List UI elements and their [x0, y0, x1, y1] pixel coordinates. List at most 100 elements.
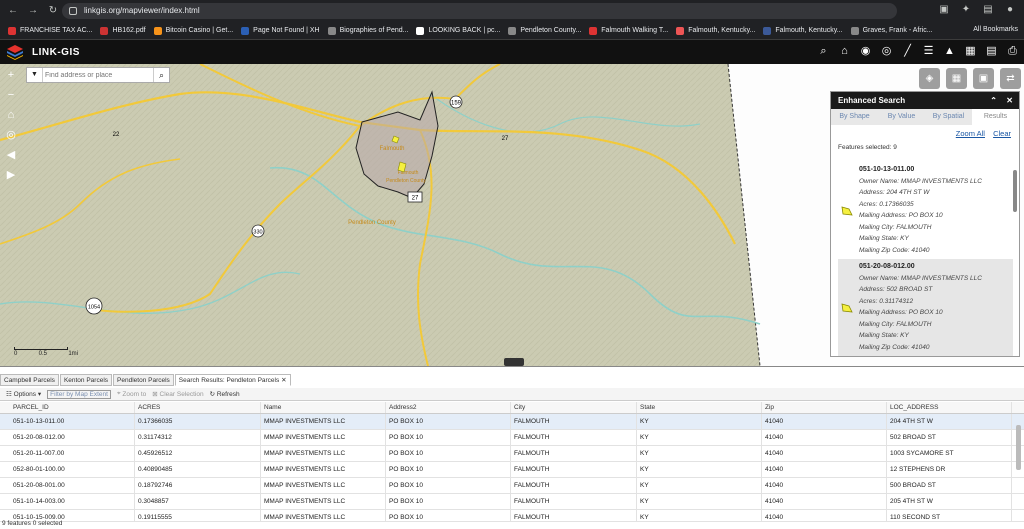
- table-scrollbar[interactable]: [1016, 425, 1021, 470]
- share-icon[interactable]: ⇄: [1000, 68, 1021, 89]
- search-icon[interactable]: ⌕: [816, 44, 831, 59]
- locate-icon[interactable]: ◎: [4, 128, 18, 142]
- layers-icon[interactable]: ◈: [919, 68, 940, 89]
- table-cell: KY: [637, 430, 762, 445]
- reload-icon[interactable]: ↻: [46, 4, 60, 18]
- puzzle-icon[interactable]: ✦: [960, 4, 972, 16]
- refresh-button[interactable]: ↻ Refresh: [210, 390, 240, 399]
- results-list: 051-10-13-011.00 Owner Name: MMAP INVEST…: [838, 162, 1013, 356]
- education-icon[interactable]: ▲: [942, 44, 957, 59]
- options-menu[interactable]: ☷ Options ▾: [6, 390, 41, 399]
- table-row[interactable]: 052-80-01-100.00 0.40890485 MMAP INVESTM…: [0, 462, 1024, 478]
- tab-kenton-parcels[interactable]: Kenton Parcels: [59, 374, 113, 386]
- bookmark-item[interactable]: FRANCHISE TAX AC...: [8, 26, 92, 35]
- table-cell: FALMOUTH: [511, 478, 637, 493]
- app-header: LINK-GIS ⌕ ⌂ ◉ ◎ ╱ ☰ ▲ ▦ ▤ ⎙: [0, 40, 1024, 64]
- column-header[interactable]: Zip: [762, 402, 887, 413]
- bookmark-item[interactable]: Falmouth, Kentucky...: [676, 26, 755, 35]
- previous-extent-icon[interactable]: ◀: [4, 148, 18, 162]
- scale-bar: 0 0.5 1mi: [14, 347, 78, 357]
- svg-text:1054: 1054: [88, 305, 100, 311]
- tab-by-shape[interactable]: By Shape: [831, 109, 878, 125]
- table-cell: 051-10-13-011.00: [10, 414, 135, 429]
- result-field: Address: 204 4TH ST W: [859, 189, 930, 196]
- zoom-in-icon[interactable]: +: [4, 68, 18, 82]
- bookmark-icon: [416, 26, 425, 35]
- table-row[interactable]: 051-10-14-003.00 0.3048857 MMAP INVESTME…: [0, 494, 1024, 510]
- pdf-icon[interactable]: ▤: [984, 44, 999, 59]
- forward-icon[interactable]: →: [26, 4, 40, 18]
- close-icon[interactable]: ✕: [281, 377, 286, 384]
- tab-pendleton-parcels[interactable]: Pendleton Parcels: [113, 374, 174, 386]
- column-header[interactable]: State: [637, 402, 762, 413]
- bookmark-item[interactable]: Falmouth, Kentucky...: [763, 26, 843, 35]
- sidepanel-icon[interactable]: ▤: [982, 4, 994, 16]
- clear-link[interactable]: Clear: [993, 129, 1011, 138]
- home-extent-icon[interactable]: ⌂: [4, 108, 18, 122]
- svg-text:27: 27: [412, 196, 419, 202]
- tab-by-spatial[interactable]: By Spatial: [925, 109, 972, 125]
- result-item[interactable]: 051-10-13-011.00 Owner Name: MMAP INVEST…: [838, 162, 1013, 259]
- back-icon[interactable]: ←: [6, 4, 20, 18]
- column-header[interactable]: Name: [261, 402, 386, 413]
- tab-by-value[interactable]: By Value: [878, 109, 925, 125]
- address-search-input[interactable]: [45, 68, 153, 82]
- zoom-all-link[interactable]: Zoom All: [956, 129, 985, 138]
- all-bookmarks[interactable]: All Bookmarks: [973, 26, 1018, 33]
- basemap-icon[interactable]: ▦: [946, 68, 967, 89]
- camera-icon[interactable]: ◎: [879, 44, 894, 59]
- grid-icon[interactable]: ▦: [963, 44, 978, 59]
- collapse-icon[interactable]: ⌃: [990, 92, 997, 109]
- ruler-icon[interactable]: ╱: [900, 44, 915, 59]
- table-row[interactable]: 051-10-15-009.00 0.19115555 MMAP INVESTM…: [0, 510, 1024, 522]
- search-source-dropdown[interactable]: ▼: [27, 68, 43, 82]
- globe-icon[interactable]: ◉: [858, 44, 873, 59]
- column-header[interactable]: ACRES: [135, 402, 261, 413]
- profile-icon[interactable]: ●: [1004, 4, 1016, 16]
- bookmark-item[interactable]: HB162.pdf: [100, 26, 146, 35]
- zoom-to-button[interactable]: ⌖ Zoom to: [117, 390, 146, 398]
- bookmark-item[interactable]: Bitcoin Casino | Get...: [153, 26, 233, 35]
- extension-icon[interactable]: ▣: [938, 4, 950, 16]
- table-row[interactable]: 051-20-08-012.00 0.31174312 MMAP INVESTM…: [0, 430, 1024, 446]
- column-header[interactable]: City: [511, 402, 637, 413]
- table-row[interactable]: 051-10-13-011.00 0.17366035 MMAP INVESTM…: [0, 414, 1024, 430]
- table-cell: FALMOUTH: [511, 494, 637, 509]
- table-row[interactable]: 051-20-08-001.00 0.18792746 MMAP INVESTM…: [0, 478, 1024, 494]
- home-icon[interactable]: ⌂: [837, 44, 852, 59]
- clear-selection-button[interactable]: ⊠ Clear Selection: [152, 390, 203, 399]
- close-icon[interactable]: ✕: [1006, 92, 1013, 109]
- filter-by-extent-button[interactable]: Filter by Map Extent: [47, 389, 111, 399]
- bookmark-item[interactable]: Graves, Frank - Afric...: [850, 26, 933, 35]
- site-info-icon[interactable]: [69, 7, 77, 15]
- legend-icon[interactable]: ▣: [973, 68, 994, 89]
- results-scrollbar[interactable]: [1013, 170, 1017, 212]
- table-cell: FALMOUTH: [511, 462, 637, 477]
- column-header[interactable]: Address2: [386, 402, 511, 413]
- table-cell: 051-20-08-012.00: [10, 430, 135, 445]
- table-status: 9 features 0 selected: [2, 520, 63, 527]
- next-extent-icon[interactable]: ▶: [4, 168, 18, 182]
- list-icon[interactable]: ☰: [921, 44, 936, 59]
- scale-line: [14, 347, 68, 350]
- search-icon[interactable]: ⌕: [153, 68, 169, 82]
- tab-campbell-parcels[interactable]: Campbell Parcels: [0, 374, 59, 386]
- print-icon[interactable]: ⎙: [1005, 44, 1020, 59]
- result-field: Owner Name: MMAP INVESTMENTS LLC: [859, 177, 982, 185]
- address-bar[interactable]: linkgis.org/mapviewer/index.html: [62, 3, 897, 19]
- table-row[interactable]: 051-20-11-007.00 0.45926512 MMAP INVESTM…: [0, 446, 1024, 462]
- globe-icon: [327, 26, 336, 35]
- bookmark-item[interactable]: Page Not Found | XH: [241, 26, 320, 35]
- column-header[interactable]: LOC_ADDRESS: [887, 402, 1012, 413]
- bookmark-item[interactable]: Falmouth Walking T...: [589, 26, 668, 35]
- zoom-out-icon[interactable]: −: [4, 88, 18, 102]
- tab-search-results[interactable]: Search Results: Pendleton Parcels ✕: [174, 374, 291, 386]
- table-cell: 0.17366035: [135, 414, 261, 429]
- table-cell: KY: [637, 494, 762, 509]
- bookmark-item[interactable]: LOOKING BACK | pc...: [416, 26, 500, 35]
- bookmark-item[interactable]: Pendleton County...: [508, 26, 581, 35]
- result-item[interactable]: 051-20-08-012.00 Owner Name: MMAP INVEST…: [838, 259, 1013, 356]
- bookmark-item[interactable]: Biographies of Pend...: [327, 26, 408, 35]
- tab-results[interactable]: Results: [972, 109, 1019, 125]
- column-header[interactable]: PARCEL_ID: [10, 402, 135, 413]
